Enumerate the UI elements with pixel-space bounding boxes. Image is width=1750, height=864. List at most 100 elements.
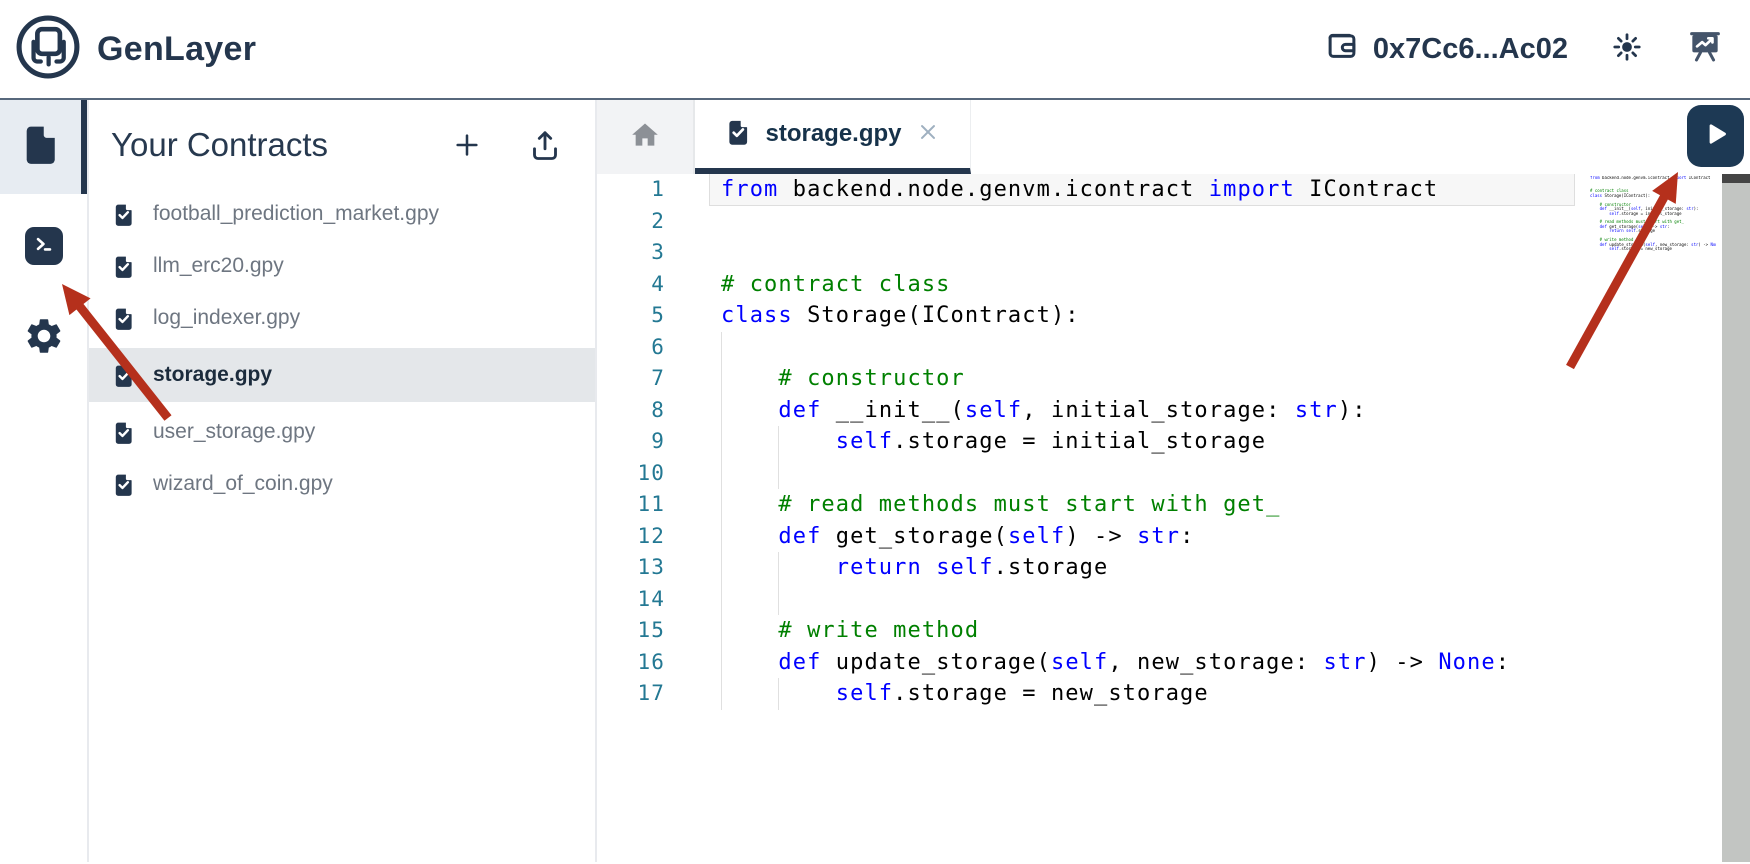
- run-button[interactable]: [1687, 105, 1744, 167]
- line-number: 12: [597, 521, 665, 553]
- code-line[interactable]: 5class Storage(IContract):: [597, 300, 1722, 332]
- file-name: storage.gpy: [153, 363, 272, 387]
- code-line[interactable]: 3: [597, 237, 1722, 269]
- line-number: 11: [597, 489, 665, 521]
- code-line[interactable]: 10: [597, 458, 1722, 490]
- code-line[interactable]: 12 def get_storage(self) -> str:: [597, 521, 1722, 553]
- indent-guide: [721, 332, 722, 364]
- wallet-address-button[interactable]: 0x7Cc6...Ac02: [1323, 26, 1568, 72]
- upload-contract-button[interactable]: [527, 127, 563, 163]
- app-header: GenLayer 0x7Cc6...Ac02: [0, 0, 1750, 100]
- file-check-icon: [111, 363, 136, 388]
- code-line[interactable]: 13 return self.storage: [597, 552, 1722, 584]
- indent-guide: [778, 458, 779, 490]
- file-check-icon: [111, 420, 136, 445]
- file-check-icon: [111, 202, 136, 227]
- genlayer-studio-app: GenLayer 0x7Cc6...Ac02: [0, 0, 1750, 864]
- file-name: wizard_of_coin.gpy: [153, 472, 333, 496]
- wallet-icon: [1323, 26, 1361, 72]
- contract-file-item[interactable]: log_indexer.gpy: [89, 292, 595, 344]
- file-name: log_indexer.gpy: [153, 306, 300, 330]
- code-line[interactable]: 4 # contract class: [597, 269, 1722, 301]
- presentation-chart-icon: [1686, 28, 1724, 71]
- editor-scrollbar[interactable]: [1722, 174, 1750, 862]
- tab-close-icon[interactable]: [915, 119, 941, 150]
- indent-guide: [721, 458, 722, 490]
- contract-file-item[interactable]: user_storage.gpy: [89, 406, 595, 458]
- indent-guide: [721, 584, 722, 616]
- rail-item-contracts[interactable]: [0, 100, 87, 194]
- code-line[interactable]: 7 # constructor: [597, 363, 1722, 395]
- minimap[interactable]: from backend.node.genvm.icontract import…: [1590, 176, 1716, 251]
- file-check-icon: [724, 118, 752, 151]
- code-line[interactable]: 6: [597, 332, 1722, 364]
- editor-pane: storage.gpy 1from backend.node.genvm.ico…: [597, 100, 1750, 862]
- file-name: football_prediction_market.gpy: [153, 202, 439, 226]
- line-number: 2: [597, 206, 665, 238]
- indent-guide: [778, 584, 779, 616]
- rail-item-terminal[interactable]: [25, 227, 63, 265]
- file-check-icon: [111, 306, 136, 331]
- tab-bar: storage.gpy: [597, 100, 1750, 174]
- code-line-text: # constructor: [721, 363, 965, 395]
- code-line-text: # write method: [721, 615, 979, 647]
- brand-name: GenLayer: [97, 30, 256, 69]
- code-line-text: def get_storage(self) -> str:: [721, 521, 1194, 553]
- line-number: 4: [597, 269, 665, 301]
- code-line-text: # read methods must start with get_: [721, 489, 1280, 521]
- gear-icon: [23, 344, 65, 361]
- rail-item-settings[interactable]: [23, 315, 65, 362]
- contracts-panel: Your Contracts foot: [89, 100, 597, 862]
- code-line[interactable]: 17 self.storage = new_storage: [597, 678, 1722, 710]
- code-line[interactable]: 16 def update_storage(self, new_storage:…: [597, 647, 1722, 679]
- code-line[interactable]: 8 def __init__(self, initial_storage: st…: [597, 395, 1722, 427]
- line-number: 14: [597, 584, 665, 616]
- file-name: user_storage.gpy: [153, 420, 315, 444]
- code-line[interactable]: 9 self.storage = initial_storage: [597, 426, 1722, 458]
- sun-icon: [1610, 30, 1644, 69]
- line-number: 5: [597, 300, 665, 332]
- code-line[interactable]: 11 # read methods must start with get_: [597, 489, 1722, 521]
- tab-label: storage.gpy: [765, 120, 901, 148]
- tab-home[interactable]: [597, 100, 695, 174]
- sidebar-rail: [0, 100, 89, 862]
- home-icon: [629, 119, 661, 156]
- contract-file-item[interactable]: wizard_of_coin.gpy: [89, 458, 595, 510]
- contract-file-item[interactable]: football_prediction_market.gpy: [89, 188, 595, 240]
- panel-title: Your Contracts: [111, 126, 451, 164]
- file-name: llm_erc20.gpy: [153, 254, 284, 278]
- code-line-text: return self.storage: [721, 552, 1108, 584]
- contract-file-item[interactable]: storage.gpy: [89, 348, 595, 402]
- code-line[interactable]: 14: [597, 584, 1722, 616]
- code-line-text: def update_storage(self, new_storage: st…: [721, 647, 1510, 679]
- line-number: 6: [597, 332, 665, 364]
- header-actions: 0x7Cc6...Ac02: [1323, 26, 1724, 72]
- line-number: 8: [597, 395, 665, 427]
- line-number: 7: [597, 363, 665, 395]
- code-line[interactable]: 15 # write method: [597, 615, 1722, 647]
- stats-board-button[interactable]: [1686, 28, 1724, 71]
- scrollbar-thumb[interactable]: [1722, 174, 1750, 183]
- line-number: 9: [597, 426, 665, 458]
- line-number: 3: [597, 237, 665, 269]
- line-number: 15: [597, 615, 665, 647]
- tab-storage-file[interactable]: storage.gpy: [695, 100, 971, 174]
- file-check-icon: [111, 472, 136, 497]
- file-icon: [19, 123, 63, 172]
- contracts-panel-header: Your Contracts: [89, 100, 595, 180]
- code-line[interactable]: 1from backend.node.genvm.icontract impor…: [597, 174, 1722, 206]
- line-number: 17: [597, 678, 665, 710]
- terminal-icon: [31, 231, 57, 262]
- add-contract-button[interactable]: [451, 129, 483, 161]
- code-line[interactable]: 2: [597, 206, 1722, 238]
- code-editor[interactable]: 1from backend.node.genvm.icontract impor…: [597, 174, 1722, 862]
- theme-toggle-button[interactable]: [1610, 30, 1644, 69]
- line-number: 10: [597, 458, 665, 490]
- brand: GenLayer: [14, 13, 256, 86]
- code-line-text: self.storage = initial_storage: [721, 426, 1266, 458]
- code-line-text: from backend.node.genvm.icontract import…: [721, 174, 1438, 206]
- contract-file-item[interactable]: llm_erc20.gpy: [89, 240, 595, 292]
- code-line-text: def __init__(self, initial_storage: str)…: [721, 395, 1367, 427]
- code-line-text: # contract class: [721, 269, 951, 301]
- upload-icon: [527, 127, 563, 163]
